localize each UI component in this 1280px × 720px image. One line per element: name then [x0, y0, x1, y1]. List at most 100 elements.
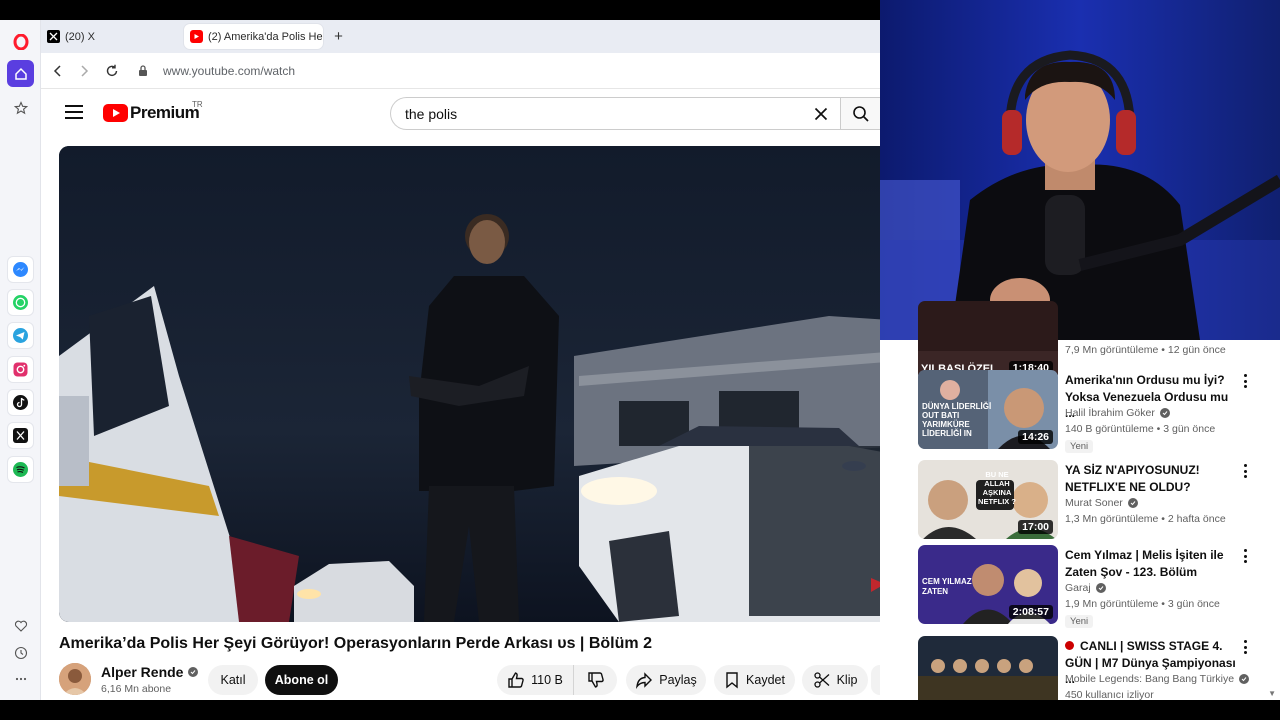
verified-check-icon [1159, 408, 1170, 418]
opera-logo-icon[interactable] [7, 28, 34, 55]
recommendation-item[interactable]: BU NE ALLAH AŞKINA NETFLIX ? 17:00 YA Sİ… [918, 460, 1268, 545]
save-label: Kaydet [746, 673, 785, 687]
save-button[interactable]: Kaydet [714, 665, 795, 695]
recommendation-channel[interactable]: Murat Soner [1065, 497, 1138, 509]
share-button[interactable]: Paylaş [626, 665, 706, 695]
tab-label: (2) Amerika'da Polis Her Ş [208, 30, 323, 43]
kebab-menu-icon[interactable] [1241, 640, 1249, 656]
search-icon [852, 105, 869, 122]
video-thumbnail[interactable]: BU NE ALLAH AŞKINA NETFLIX ? 17:00 [918, 460, 1058, 539]
whatsapp-icon[interactable] [7, 289, 34, 316]
telegram-icon[interactable] [7, 322, 34, 349]
clear-search-icon[interactable] [812, 105, 830, 123]
back-icon[interactable] [50, 63, 66, 79]
forward-icon[interactable] [76, 63, 92, 79]
recommendation-partial[interactable]: YILBAŞI ÖZEL 1:18:40 7,9 Mn görüntüleme … [918, 301, 1268, 380]
subscribe-label: Abone ol [274, 673, 329, 687]
scroll-down-arrow-icon[interactable]: ▼ [1268, 689, 1276, 698]
new-tab-plus-icon[interactable]: + [330, 28, 347, 45]
channel-name[interactable]: Alper Rende [101, 664, 199, 680]
address-bar: www.youtube.com/watch [41, 53, 880, 89]
like-button[interactable]: 110 B [497, 665, 573, 695]
recommendation-channel[interactable]: Garaj [1065, 582, 1106, 594]
video-player[interactable] [59, 146, 905, 622]
region-code: TR [192, 100, 203, 109]
video-thumbnail[interactable]: YILBAŞI ÖZEL 1:18:40 [918, 301, 1058, 380]
channel-name-text: Mobile Legends: Bang Bang Türkiye [1065, 673, 1235, 685]
share-icon [636, 672, 653, 689]
logo-text: Premium [130, 103, 200, 122]
thumbs-down-icon [587, 672, 604, 688]
youtube-premium-logo[interactable]: Premium [103, 103, 200, 123]
thumbs-up-icon [508, 672, 524, 688]
home-icon[interactable] [7, 60, 34, 87]
verified-check-icon [188, 667, 199, 677]
youtube-logo-icon [190, 30, 203, 43]
spotify-icon[interactable] [7, 456, 34, 483]
kebab-menu-icon[interactable] [1241, 549, 1249, 565]
search-input[interactable]: the polis [405, 106, 457, 122]
kebab-menu-icon[interactable] [1241, 374, 1249, 390]
history-clock-icon[interactable] [7, 639, 34, 666]
recommendation-channel[interactable]: Halil İbrahim Göker [1065, 407, 1170, 419]
recommendation-title[interactable]: Cem Yılmaz | Melis İşiten ile Zaten Şov … [1065, 547, 1240, 580]
recommendations-panel: YILBAŞI ÖZEL 1:18:40 7,9 Mn görüntüleme … [880, 301, 1280, 700]
verified-check-icon [1127, 498, 1138, 508]
view-meta: 7,9 Mn görüntüleme • 12 gün önce [1065, 344, 1226, 356]
clip-label: Klip [836, 673, 858, 687]
subscriber-count: 6,16 Mn abone [101, 683, 172, 695]
webcam-overlay [880, 0, 1280, 340]
view-meta: 140 B görüntüleme • 3 gün önce [1065, 423, 1216, 435]
video-frame [59, 146, 905, 622]
x-twitter-icon[interactable] [7, 422, 34, 449]
channel-name-text: Alper Rende [101, 664, 184, 680]
url-text[interactable]: www.youtube.com/watch [163, 64, 295, 78]
like-count: 110 B [531, 673, 563, 687]
kebab-menu-icon[interactable] [1241, 464, 1249, 480]
video-thumbnail[interactable]: DÜNYA LİDERLİĞİ OUT BATI YARIMKÜRE LİDER… [918, 370, 1058, 449]
lock-icon [139, 65, 147, 76]
messenger-icon[interactable] [7, 256, 34, 283]
recommendation-item[interactable]: CEM YILMAZ ZATEN 2:08:57 Cem Yılmaz | Me… [918, 545, 1268, 630]
thumb-text: CEM YILMAZ ZATEN [922, 577, 972, 596]
join-button[interactable]: Katıl [208, 665, 258, 695]
bookmark-icon [726, 672, 738, 689]
verified-check-icon [1095, 583, 1106, 593]
instagram-icon[interactable] [7, 356, 34, 383]
channel-name-text: Garaj [1065, 582, 1091, 594]
streamer-camera-feed [880, 0, 1280, 340]
search-button[interactable] [840, 97, 880, 130]
tab-label: (20) X [65, 30, 95, 43]
scissors-icon [813, 672, 830, 688]
more-options-icon[interactable] [7, 665, 34, 692]
youtube-play-icon [103, 104, 128, 122]
search-box[interactable]: the polis [390, 97, 840, 130]
thumb-text: DÜNYA LİDERLİĞİ OUT BATI YARIMKÜRE LİDER… [922, 402, 992, 438]
tab-youtube[interactable]: (2) Amerika'da Polis Her Ş [184, 24, 323, 49]
thumb-text: BU NE ALLAH AŞKINA NETFLIX ? [978, 470, 1016, 506]
recommendation-channel[interactable]: Mobile Legends: Bang Bang Türkiye [1065, 673, 1250, 685]
recommendation-item-live[interactable]: CANLI | SWISS STAGE 4. GÜN | M7 Dünya Şa… [918, 636, 1268, 700]
channel-name-text: Murat Soner [1065, 497, 1123, 509]
bookmarks-star-icon[interactable] [7, 94, 34, 121]
clip-button[interactable]: Klip [802, 665, 868, 695]
verified-check-icon [1239, 674, 1250, 684]
video-thumbnail[interactable] [918, 636, 1058, 700]
tab-x[interactable]: (20) X [41, 24, 179, 49]
heart-icon[interactable] [7, 612, 34, 639]
recommendation-title[interactable]: YA SİZ N'APIYOSUNUZ! NETFLIX'E NE OLDU? [1065, 462, 1240, 495]
opera-sidebar [0, 20, 41, 700]
live-indicator-icon [1065, 641, 1074, 650]
video-thumbnail[interactable]: CEM YILMAZ ZATEN 2:08:57 [918, 545, 1058, 624]
view-meta: 450 kullanıcı izliyor [1065, 689, 1154, 700]
channel-avatar[interactable] [59, 663, 91, 695]
dislike-button[interactable] [573, 665, 617, 695]
recommendation-item[interactable]: DÜNYA LİDERLİĞİ OUT BATI YARIMKÜRE LİDER… [918, 370, 1268, 455]
tiktok-icon[interactable] [7, 389, 34, 416]
new-badge: Yeni [1065, 440, 1094, 453]
x-logo-icon [47, 30, 60, 43]
video-title: Amerika’da Polis Her Şeyi Görüyor! Opera… [59, 635, 652, 652]
subscribe-button[interactable]: Abone ol [265, 665, 338, 695]
reload-icon[interactable] [104, 63, 120, 79]
hamburger-menu-icon[interactable] [65, 105, 83, 121]
